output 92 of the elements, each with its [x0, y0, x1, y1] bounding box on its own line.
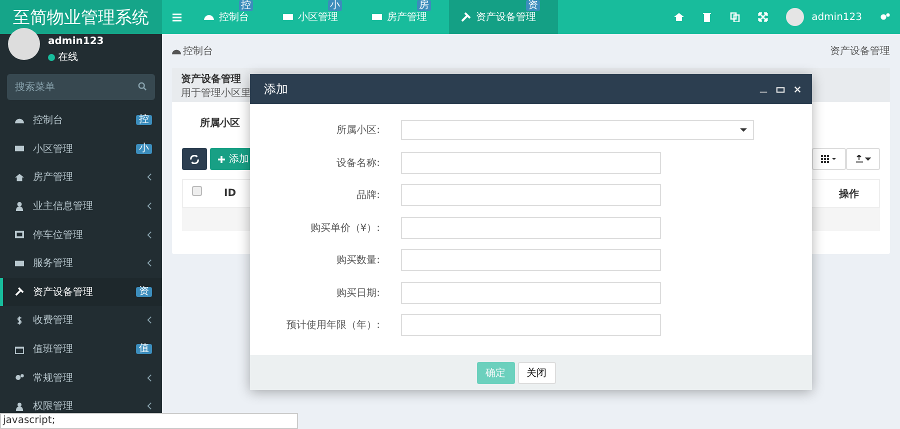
chevron-icon	[147, 374, 152, 382]
refresh-button[interactable]	[182, 148, 207, 170]
input-field[interactable]	[401, 282, 661, 304]
refresh-icon	[190, 154, 199, 164]
menu-item[interactable]: 小区管理 小	[0, 134, 162, 164]
menu-icon	[15, 287, 24, 296]
user-name: admin123	[48, 36, 104, 48]
menu-item[interactable]: 控制台 控	[0, 106, 162, 135]
input-field[interactable]	[401, 216, 661, 239]
dashboard-icon	[172, 46, 181, 56]
input-field[interactable]	[401, 184, 661, 206]
breadcrumb-link[interactable]: 控制台	[172, 44, 213, 58]
input-field[interactable]	[401, 314, 661, 336]
chevron-icon	[147, 259, 152, 268]
menu-icon	[15, 344, 24, 354]
tab-badge: 控	[239, 0, 253, 11]
menu-badge: 资	[136, 286, 152, 297]
column-header: ID	[223, 188, 236, 199]
menu-item[interactable]: 业主信息管理	[0, 192, 162, 220]
menu-badge: 小	[136, 144, 152, 154]
menu-item[interactable]: 停车位管理	[0, 220, 162, 249]
columns-button[interactable]	[812, 148, 846, 170]
search-icon	[138, 82, 147, 91]
menu-icon	[15, 402, 24, 411]
field-label: 购买数量:	[336, 254, 380, 268]
menu-icon	[15, 144, 24, 154]
tab-icon	[372, 12, 382, 22]
panel-subtitle: 用于管理小区里	[181, 86, 251, 100]
settings-icon[interactable]	[880, 12, 890, 22]
field-label: 品牌:	[356, 189, 380, 202]
status-bar: javascript;	[0, 413, 298, 429]
menu-icon	[15, 258, 24, 268]
menu-icon	[15, 202, 24, 211]
menu-item[interactable]: 服务管理	[0, 248, 162, 278]
menu-badge: 值	[136, 344, 152, 354]
nav-tab[interactable]: 控 控制台	[192, 0, 271, 34]
grid-icon	[821, 155, 837, 163]
menu-icon	[15, 316, 24, 325]
chevron-icon	[147, 402, 152, 410]
field-label: 购买单价（¥）:	[309, 222, 380, 235]
menu-badge: 控	[136, 115, 152, 126]
nav-tab[interactable]: 小 小区管理	[271, 0, 360, 34]
app-logo: 至简物业管理系统	[0, 0, 162, 34]
menu-icon	[15, 230, 24, 240]
export-icon	[855, 155, 871, 163]
menu-item[interactable]: 常规管理	[0, 363, 162, 392]
plus-icon	[218, 156, 225, 162]
field-label: 购买日期:	[336, 286, 380, 300]
field-label: 所属小区:	[336, 124, 380, 138]
search-field[interactable]: 搜索菜单	[7, 74, 155, 100]
nav-tab[interactable]: 资 资产设备管理	[449, 0, 558, 34]
tab-badge: 资	[526, 0, 540, 11]
tab-icon	[461, 12, 471, 22]
tab-badge: 小	[328, 0, 342, 11]
checkbox[interactable]	[192, 186, 202, 196]
trash-icon[interactable]	[702, 12, 712, 22]
chevron-icon	[147, 173, 152, 182]
avatar[interactable]	[786, 8, 804, 26]
menu-item[interactable]: 收费管理	[0, 306, 162, 335]
chevron-icon	[147, 202, 152, 210]
menu-icon	[15, 373, 24, 382]
menu-icon[interactable]	[172, 12, 182, 22]
tab-icon	[204, 12, 214, 22]
chevron-icon	[147, 316, 152, 324]
menu-icon	[15, 172, 24, 182]
field-label: 设备名称:	[336, 156, 380, 170]
menu-item[interactable]: 资产设备管理 资	[0, 278, 162, 306]
field-label: 预计使用年限（年）:	[286, 318, 380, 332]
chevron-icon	[147, 230, 152, 239]
menu-item[interactable]: 值班管理 值	[0, 334, 162, 364]
breadcrumb-current: 资产设备管理	[830, 44, 890, 58]
home-icon[interactable]	[674, 12, 684, 22]
status-text: 在线	[58, 50, 78, 64]
avatar	[8, 28, 40, 60]
online-dot	[48, 54, 55, 60]
copy-icon[interactable]	[730, 12, 740, 22]
dialog-title: 添加	[264, 80, 288, 98]
select-field[interactable]	[401, 120, 754, 140]
panel-title: 资产设备管理	[181, 72, 241, 86]
close-icon[interactable]	[793, 84, 802, 94]
fullscreen-icon[interactable]	[758, 12, 768, 22]
close-button[interactable]: 关闭	[518, 362, 556, 384]
filter-label: 所属小区	[200, 116, 240, 130]
tab-icon	[283, 12, 293, 22]
input-field[interactable]	[401, 249, 661, 272]
input-field[interactable]	[401, 152, 661, 174]
menu-icon	[15, 116, 24, 125]
export-button[interactable]	[846, 148, 880, 170]
caret-icon	[740, 128, 747, 132]
column-header: 操作	[838, 188, 860, 200]
menu-item[interactable]: 房产管理	[0, 163, 162, 192]
maximize-icon[interactable]	[776, 84, 785, 94]
